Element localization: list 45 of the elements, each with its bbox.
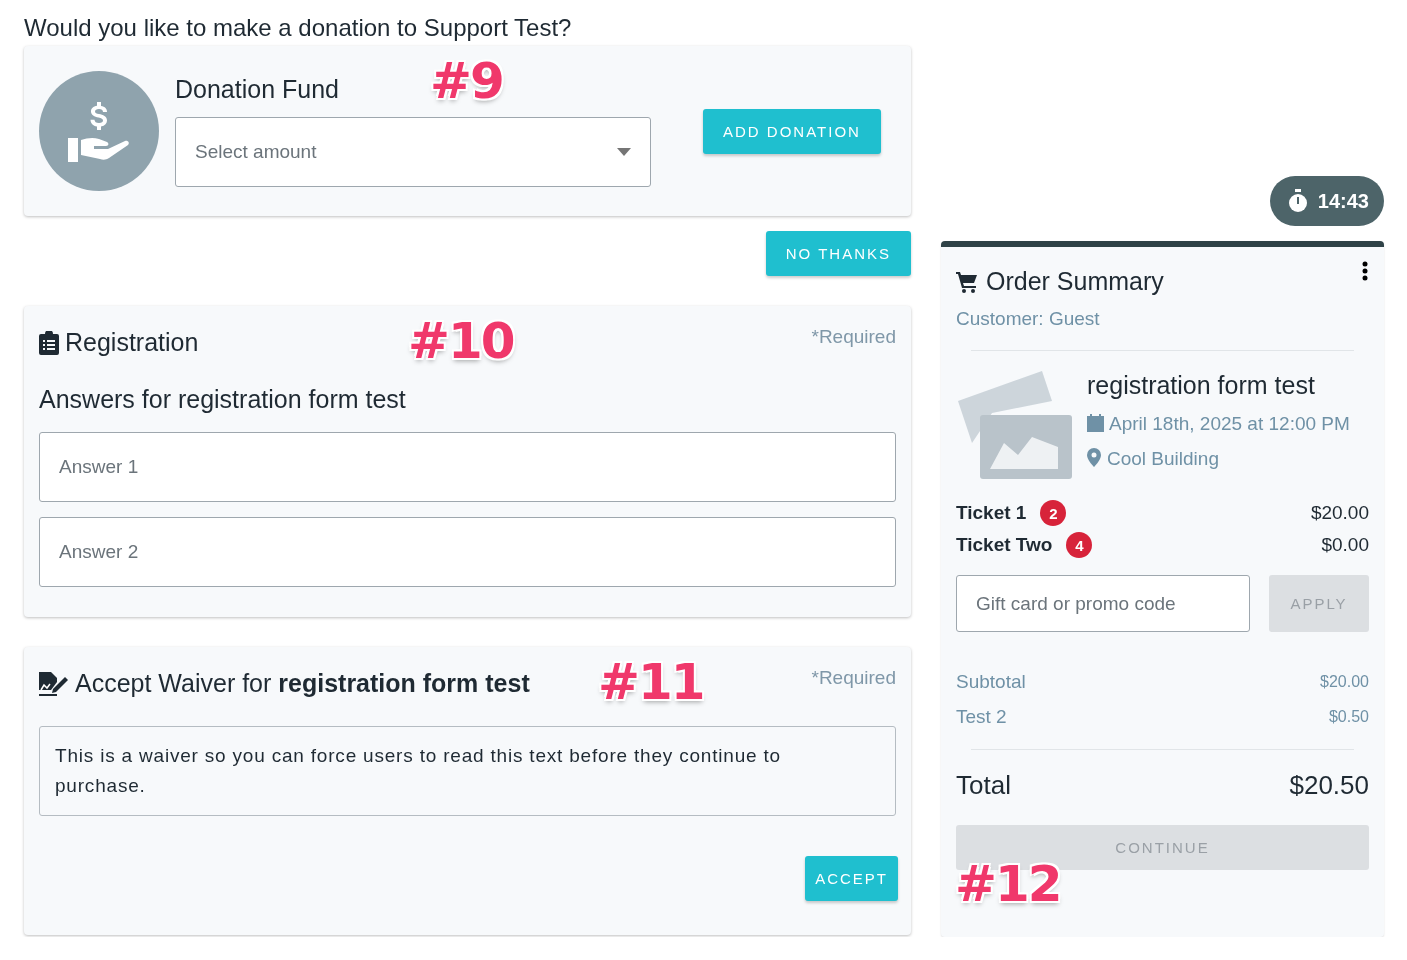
ticket-price: $20.00: [1310, 502, 1369, 524]
dropdown-caret-icon: [617, 148, 631, 156]
accept-button[interactable]: ACCEPT: [805, 856, 898, 901]
image-placeholder-icon: [956, 371, 1072, 479]
required-label: *Required: [811, 667, 896, 689]
annotation-label: #9: [430, 56, 503, 106]
summary-line-amount: $20.00: [1320, 672, 1369, 691]
customer-label: Customer: Guest: [956, 308, 1100, 330]
calendar-icon: [1087, 414, 1104, 432]
add-donation-button[interactable]: ADD DONATION: [703, 108, 881, 154]
clipboard-icon: [39, 330, 59, 355]
annotation-label: #11: [598, 657, 704, 707]
answer-field[interactable]: Answer 1: [39, 432, 896, 502]
stopwatch-icon: [1287, 189, 1308, 213]
registration-title: Registration: [65, 328, 199, 357]
required-label: *Required: [811, 326, 896, 348]
no-thanks-button[interactable]: NO THANKS: [765, 231, 911, 276]
total-label: Total: [956, 770, 1011, 801]
countdown-timer: 14:43: [1269, 176, 1384, 226]
summary-line-amount: $0.50: [1328, 707, 1369, 726]
event-location: Cool Building: [1087, 441, 1357, 476]
promo-code-field[interactable]: Gift card or promo code: [956, 575, 1250, 632]
waiver-title: Accept Waiver for registration form test: [75, 669, 530, 698]
cart-icon: [956, 270, 978, 293]
quantity-badge: 2: [1040, 500, 1067, 526]
waiver-text: This is a waiver so you can force users to read this text before they continue to purchase.: [39, 726, 896, 816]
event-name: registration form test: [1087, 371, 1316, 400]
more-options-icon[interactable]: [1362, 261, 1368, 281]
page-title: Would you like to make a donation to Support Test?: [24, 14, 573, 42]
ticket-name: Ticket 1: [956, 502, 1027, 524]
ticket-name: Ticket Two: [956, 534, 1053, 556]
summary-line-label: Subtotal: [956, 670, 1026, 693]
summary-line-label: Test 2: [956, 705, 1007, 728]
quantity-badge: 4: [1066, 532, 1093, 558]
amount-select[interactable]: Select amount: [175, 117, 651, 187]
annotation-label: #10: [408, 316, 514, 366]
donation-fund-label: Donation Fund: [175, 75, 339, 104]
total-amount: $20.50: [1289, 770, 1369, 801]
signature-icon: [39, 671, 69, 696]
answer-field[interactable]: Answer 2: [39, 517, 896, 587]
event-date: April 18th, 2025 at 12:00 PM: [1087, 406, 1357, 441]
registration-subtitle: Answers for registration form test: [39, 385, 407, 414]
location-pin-icon: [1087, 448, 1101, 467]
order-summary-title: Order Summary: [986, 267, 1164, 296]
ticket-price: $0.00: [1321, 534, 1369, 556]
